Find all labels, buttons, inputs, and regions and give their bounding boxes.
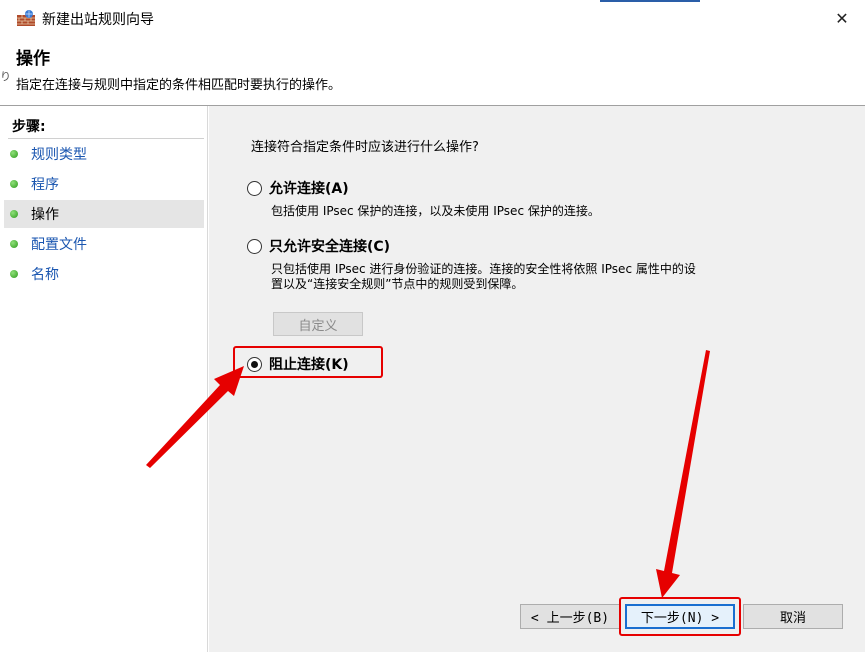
allow-secure-description: 只包括使用 IPsec 进行身份验证的连接。连接的安全性将依照 IPsec 属性…	[271, 262, 811, 292]
allow-connection-radio[interactable]	[247, 180, 262, 196]
block-connection-radio[interactable]	[247, 356, 262, 372]
allow-connection-label: 允许连接(A)	[269, 181, 349, 197]
steps-sidebar: 步骤: 规则类型 程序 操作 配置文件 名称	[0, 106, 208, 652]
sidebar-item-rule-type[interactable]: 规则类型	[4, 140, 204, 168]
steps-divider	[8, 138, 204, 139]
next-button[interactable]: 下一步(N) >	[625, 604, 735, 629]
allow-secure-label: 只允许安全连接(C)	[269, 239, 391, 255]
cancel-button[interactable]: 取消	[743, 604, 843, 629]
sidebar-item-label: 规则类型	[31, 147, 87, 163]
step-pending-icon	[10, 270, 18, 278]
close-icon: ✕	[835, 8, 849, 28]
background-window-strip	[600, 0, 700, 2]
steps-label: 步骤:	[12, 119, 46, 135]
allow-connection-description: 包括使用 IPsec 保护的连接，以及未使用 IPsec 保护的连接。	[271, 204, 600, 218]
allow-secure-description-line-1: 只包括使用 IPsec 进行身份验证的连接。连接的安全性将依照 IPsec 属性…	[271, 262, 696, 276]
sidebar-item-profile[interactable]: 配置文件	[4, 230, 204, 258]
edge-fragment: り	[0, 70, 11, 83]
sidebar-item-action[interactable]: 操作	[4, 200, 204, 228]
step-complete-icon	[10, 150, 18, 158]
window-title: 新建出站规则向导	[42, 12, 154, 28]
allow-secure-description-line-2: 置以及“连接安全规则”节点中的规则受到保障。	[271, 277, 524, 291]
page-title: 操作	[16, 49, 50, 69]
main-panel: 连接符合指定条件时应该进行什么操作? 允许连接(A) 包括使用 IPsec 保护…	[209, 106, 865, 652]
page-description: 指定在连接与规则中指定的条件相匹配时要执行的操作。	[16, 78, 342, 93]
sidebar-item-label: 名称	[31, 267, 59, 283]
allow-secure-option[interactable]: 只允许安全连接(C)	[247, 236, 390, 256]
allow-secure-radio[interactable]	[247, 238, 262, 254]
sidebar-item-label: 操作	[31, 207, 59, 223]
step-current-icon	[10, 210, 18, 218]
block-connection-label: 阻止连接(K)	[269, 357, 349, 373]
sidebar-item-label: 配置文件	[31, 237, 87, 253]
title-bar: 新建出站规则向导 ✕	[0, 0, 865, 36]
step-complete-icon	[10, 180, 18, 188]
firewall-icon	[17, 10, 35, 26]
block-connection-option[interactable]: 阻止连接(K)	[247, 354, 349, 374]
allow-connection-option[interactable]: 允许连接(A)	[247, 178, 349, 198]
step-pending-icon	[10, 240, 18, 248]
back-button[interactable]: < 上一步(B)	[520, 604, 620, 629]
sidebar-item-name[interactable]: 名称	[4, 260, 204, 288]
sidebar-item-program[interactable]: 程序	[4, 170, 204, 198]
action-question: 连接符合指定条件时应该进行什么操作?	[251, 140, 479, 155]
close-button[interactable]: ✕	[819, 0, 865, 36]
customize-button[interactable]: 自定义	[273, 312, 363, 336]
sidebar-item-label: 程序	[31, 177, 59, 193]
